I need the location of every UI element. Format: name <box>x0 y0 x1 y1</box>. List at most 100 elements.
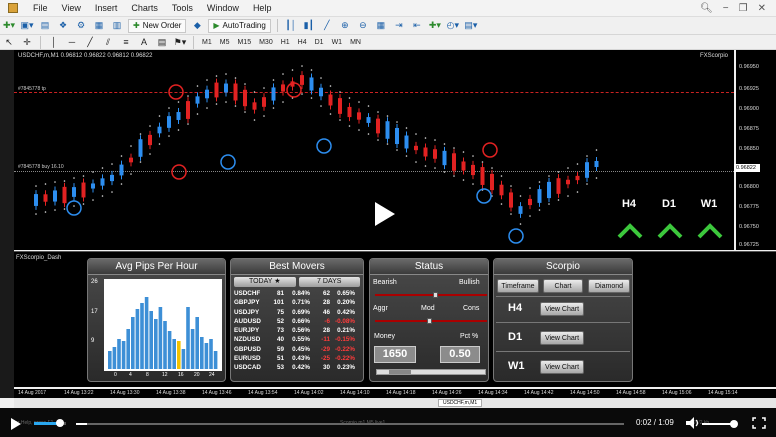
pct-field[interactable]: 0.50 <box>440 346 480 363</box>
candle-body <box>423 147 428 157</box>
menu-tools[interactable]: Tools <box>165 3 200 13</box>
menu-view[interactable]: View <box>55 3 88 13</box>
best-movers-panel: Best Movers TODAY ★ 7 DAYS USDCHF 81 0.84%… <box>230 258 364 382</box>
play-icon[interactable] <box>10 418 22 430</box>
terminal-icon[interactable]: ▦ <box>92 19 106 33</box>
fibonacci-icon[interactable]: ≡ <box>119 35 133 49</box>
band-dot <box>320 77 322 79</box>
mover-p: 0.71% <box>292 299 310 307</box>
zoom-out-icon[interactable]: ⊖ <box>356 19 370 33</box>
arrows-icon[interactable]: ⚑▾ <box>173 35 187 49</box>
play-overlay-icon[interactable] <box>370 200 398 228</box>
menu-charts[interactable]: Charts <box>124 3 165 13</box>
timeframe-d1[interactable]: D1 <box>311 39 328 46</box>
menu-help[interactable]: Help <box>246 3 279 13</box>
view-chart-button-w1[interactable]: View Chart <box>540 360 584 374</box>
new-chart-icon[interactable]: ✚▾ <box>2 19 16 33</box>
restore-icon[interactable]: ❐ <box>739 3 748 14</box>
indicators-icon[interactable]: ✚▾ <box>428 19 442 33</box>
money-field[interactable]: 1650 <box>374 346 416 363</box>
close-icon[interactable]: ✕ <box>758 3 766 14</box>
new-order-button[interactable]: ✚ New Order <box>128 18 187 33</box>
chart-tabs: USDCHF,m,M1 <box>14 398 776 408</box>
band-dot <box>586 183 588 185</box>
timeframe-h4[interactable]: H4 <box>294 39 311 46</box>
slider-knob[interactable] <box>433 292 438 298</box>
video-progress[interactable] <box>76 423 624 425</box>
pips-bar <box>204 343 209 369</box>
candlestick-icon[interactable]: ▮┃ <box>302 19 316 33</box>
band-dot <box>206 79 208 81</box>
timeframe-m5[interactable]: M5 <box>216 39 234 46</box>
candle-body <box>452 153 456 171</box>
diamond-button[interactable]: Diamond <box>588 279 630 293</box>
sentiment-slider[interactable] <box>375 292 487 298</box>
risk-slider[interactable] <box>375 318 487 324</box>
menu-window[interactable]: Window <box>200 3 246 13</box>
price-tick: 0.96850 <box>739 146 759 152</box>
autotrading-icon: ▶ <box>213 21 220 30</box>
fullscreen-icon[interactable] <box>752 417 766 429</box>
tab-today[interactable]: TODAY ★ <box>234 277 296 287</box>
menu-insert[interactable]: Insert <box>88 3 125 13</box>
timeframe-w1[interactable]: W1 <box>328 39 347 46</box>
tab-7-days[interactable]: 7 DAYS <box>298 277 360 287</box>
metaeditor-icon[interactable]: ◆ <box>190 19 204 33</box>
seek-mini-slider[interactable] <box>34 419 66 427</box>
band-dot <box>567 167 569 169</box>
profiles-icon[interactable]: ▣▾ <box>20 19 34 33</box>
candle-body <box>319 87 323 97</box>
timeframe-button[interactable]: Timeframe <box>497 279 539 293</box>
trendline-icon[interactable]: ╱ <box>83 35 97 49</box>
autotrading-button[interactable]: ▶ AutoTrading <box>208 18 271 33</box>
band-dot <box>329 85 332 87</box>
mover-sym: USDCAD <box>234 364 261 372</box>
status-scrollbar[interactable] <box>376 369 486 375</box>
volume-handle[interactable] <box>730 420 738 428</box>
signal-marker <box>66 200 82 216</box>
slider-knob[interactable] <box>427 318 432 324</box>
navigator-icon[interactable]: ❖ <box>56 19 70 33</box>
autoscroll-icon[interactable]: ⇥ <box>392 19 406 33</box>
templates-icon[interactable]: ▤▾ <box>464 19 478 33</box>
data-window-icon[interactable]: ⚙ <box>74 19 88 33</box>
chart-tab-usdchf[interactable]: USDCHF,m,M1 <box>438 399 483 407</box>
line-chart-icon[interactable]: ╱ <box>320 19 334 33</box>
scrollbar-thumb[interactable] <box>389 370 411 374</box>
label-icon[interactable]: ▤ <box>155 35 169 49</box>
market-watch-icon[interactable]: ▤ <box>38 19 52 33</box>
zoom-in-icon[interactable]: ⊕ <box>338 19 352 33</box>
timeframe-m15[interactable]: M15 <box>233 39 255 46</box>
tester-icon[interactable]: ▥ <box>110 19 124 33</box>
timeframe-h1[interactable]: H1 <box>277 39 294 46</box>
chart-button[interactable]: Chart <box>543 279 583 293</box>
minimize-icon[interactable]: − <box>723 3 729 14</box>
chart-shift-icon[interactable]: ⇤ <box>410 19 424 33</box>
time-tick: 14 Aug 13:22 <box>64 390 94 396</box>
text-icon[interactable]: A <box>137 35 151 49</box>
menu-file[interactable]: File <box>26 3 55 13</box>
tile-icon[interactable]: ▦ <box>374 19 388 33</box>
pips-bar <box>149 311 153 369</box>
mover-n2: 28 <box>322 299 330 307</box>
timeframe-mn[interactable]: MN <box>346 39 365 46</box>
channel-icon[interactable]: ⫽ <box>101 35 115 49</box>
timeframe-m30[interactable]: M30 <box>255 39 277 46</box>
bar-chart-icon[interactable]: ┃│ <box>284 19 298 33</box>
search-icon[interactable]: 🔍︎ <box>700 3 713 14</box>
signal-marker <box>171 164 187 180</box>
crosshair-icon[interactable]: ✛ <box>20 35 34 49</box>
timeframe-m1[interactable]: M1 <box>198 39 216 46</box>
seek-mini-handle[interactable] <box>56 419 64 427</box>
price-axis: 0.96950 0.96925 0.96900 0.96875 0.96850 0.968… <box>736 50 776 250</box>
view-chart-button-h4[interactable]: View Chart <box>540 302 584 316</box>
horizontal-line-icon[interactable]: ─ <box>65 35 79 49</box>
volume-icon[interactable] <box>686 417 700 429</box>
view-chart-button-d1[interactable]: View Chart <box>540 331 584 345</box>
vertical-line-icon[interactable]: │ <box>47 35 61 49</box>
volume-slider[interactable] <box>702 420 738 428</box>
mover-n: 51 <box>276 355 284 363</box>
tf-box-w1: W1 <box>700 198 718 210</box>
cursor-icon[interactable]: ↖ <box>2 35 16 49</box>
periods-icon[interactable]: ◴▾ <box>446 19 460 33</box>
